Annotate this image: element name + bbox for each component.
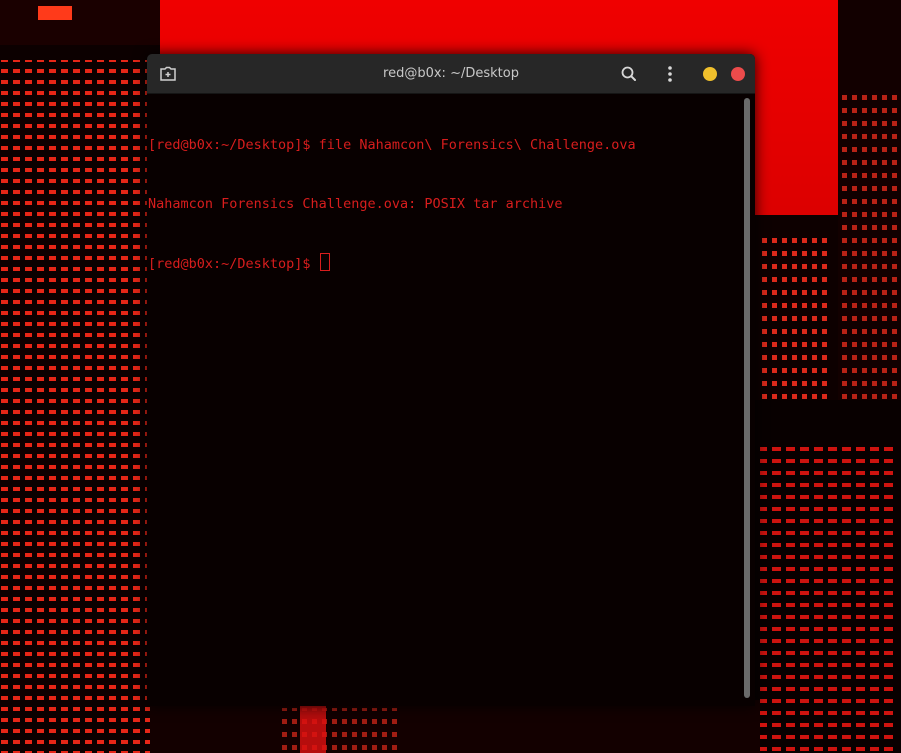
terminal-line: Nahamcon Forensics Challenge.ova: POSIX … <box>148 195 563 212</box>
terminal-prompt-line[interactable]: [red@b0x:~/Desktop]$ <box>148 253 636 273</box>
search-icon <box>621 66 636 81</box>
terminal-window[interactable]: red@b0x: ~/Desktop [red@b0x:~/Desktop]$ … <box>147 54 755 706</box>
terminal-text: [red@b0x:~/Desktop]$ file Nahamcon\ Fore… <box>148 97 636 312</box>
terminal-prompt: [red@b0x:~/Desktop]$ <box>148 256 319 272</box>
close-button[interactable] <box>731 67 745 81</box>
desktop: red@b0x: ~/Desktop [red@b0x:~/Desktop]$ … <box>0 0 901 753</box>
title-bar[interactable]: red@b0x: ~/Desktop <box>147 54 755 94</box>
minimize-button[interactable] <box>703 67 717 81</box>
menu-button[interactable] <box>659 65 681 83</box>
terminal-output-area[interactable]: [red@b0x:~/Desktop]$ file Nahamcon\ Fore… <box>147 94 755 706</box>
search-button[interactable] <box>618 65 640 83</box>
terminal-line: [red@b0x:~/Desktop]$ file Nahamcon\ Fore… <box>148 137 636 153</box>
text-cursor <box>319 253 330 271</box>
kebab-menu-icon <box>668 66 672 82</box>
vertical-scrollbar[interactable] <box>744 98 750 698</box>
